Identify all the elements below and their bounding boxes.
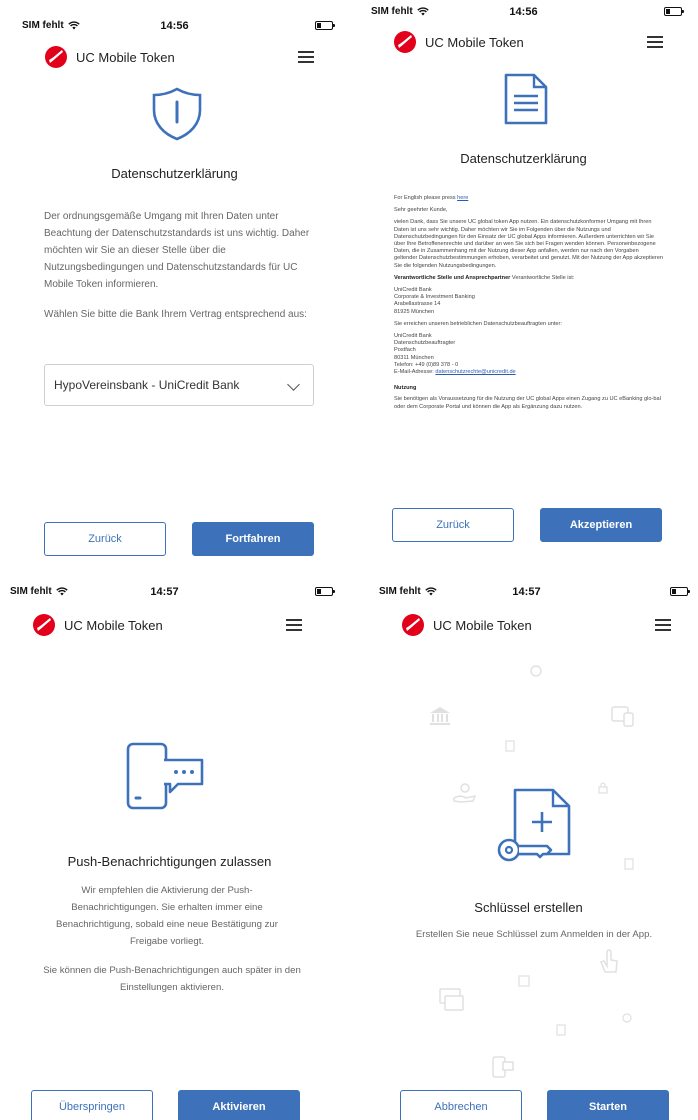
page-title: Push-Benachrichtigungen zulassen (67, 854, 272, 869)
screen-create-keys: SIM fehlt 14:57 UC Mobile Token Schlüsse… (349, 560, 698, 1120)
responsible-text: Verantwortliche Stelle ist: (511, 274, 575, 281)
dpo-text: Sie erreichen unseren betrieblichen Date… (394, 320, 562, 327)
responsible-heading: Verantwortliche Stelle und Ansprechpartn… (394, 274, 511, 281)
app-title: UC Mobile Token (433, 618, 532, 633)
unicredit-logo-icon (45, 46, 67, 68)
phone-message-icon (492, 1056, 514, 1078)
status-time: 14:57 (512, 586, 541, 598)
address-responsible: UniCredit Bank Corporate & Investment Ba… (394, 287, 475, 315)
app-bar: UC Mobile Token (357, 614, 698, 638)
start-button[interactable]: Starten (547, 1090, 669, 1120)
app-bar: UC Mobile Token (349, 31, 698, 55)
english-prompt: For English please press (394, 195, 456, 201)
devices-icon (611, 706, 634, 727)
accept-button[interactable]: Akzeptieren (540, 508, 662, 542)
address-dpo: UniCredit Bank Datenschutzbeauftragter P… (394, 333, 459, 368)
email-label: E-Mail-Adresse: (394, 369, 434, 376)
hamburger-menu-icon[interactable] (286, 619, 302, 631)
bank-prompt-text: Wählen Sie bitte die Bank Ihrem Vertrag … (44, 309, 307, 320)
hamburger-menu-icon[interactable] (655, 619, 671, 631)
activate-button[interactable]: Aktivieren (178, 1090, 300, 1120)
create-keys-text: Erstellen Sie neue Schlüssel zum Anmelde… (415, 929, 653, 940)
page-title: Datenschutzerklärung (460, 151, 587, 166)
app-title: UC Mobile Token (76, 50, 175, 65)
privacy-policy-text: For English please press here Sehr geehr… (394, 195, 663, 411)
small-file-icon (624, 858, 634, 870)
back-button[interactable]: Zurück (44, 522, 166, 556)
app-title: UC Mobile Token (425, 35, 524, 50)
skip-button[interactable]: Überspringen (31, 1090, 153, 1120)
battery-icon (315, 587, 335, 596)
hamburger-menu-icon[interactable] (298, 51, 314, 63)
continue-button[interactable]: Fortfahren (192, 522, 314, 556)
bank-icon (430, 707, 450, 725)
app-bar: UC Mobile Token (0, 614, 337, 638)
small-circle-icon (622, 1013, 632, 1023)
status-bar: SIM fehlt 14:57 (0, 566, 349, 600)
battery-icon (670, 587, 690, 596)
bank-select[interactable]: HypoVereinsbank - UniCredit Bank (44, 364, 314, 406)
status-bar: SIM fehlt 14:56 (0, 0, 349, 34)
unicredit-logo-icon (402, 614, 424, 636)
monitor-icon (439, 988, 464, 1011)
back-button[interactable]: Zurück (392, 508, 514, 542)
status-time: 14:56 (160, 20, 189, 32)
unicredit-logo-icon (394, 31, 416, 53)
unicredit-logo-icon (33, 614, 55, 636)
battery-icon (315, 21, 335, 30)
intro-text: vielen Dank, dass Sie unsere UC global t… (394, 219, 663, 269)
status-bar: SIM fehlt 14:56 (349, 0, 698, 20)
hamburger-menu-icon[interactable] (647, 36, 663, 48)
chevron-down-icon (287, 378, 300, 391)
screen-privacy-policy: SIM fehlt 14:56 UC Mobile Token Datensch… (349, 0, 698, 560)
page-title: Schlüssel erstellen (474, 900, 583, 915)
app-title: UC Mobile Token (64, 618, 163, 633)
usage-text: Sie benötigen als Voraussetzung für die … (394, 396, 661, 410)
document-key-icon (497, 788, 571, 862)
hand-tap-icon (600, 949, 618, 973)
shield-icon (152, 87, 202, 141)
small-grid-icon (518, 975, 530, 987)
small-lock-icon (598, 782, 608, 794)
document-icon (504, 73, 548, 125)
screen-privacy-bank-select: SIM fehlt 14:56 UC Mobile Token Datensch… (0, 0, 349, 560)
push-recommendation-text: Wir empfehlen die Aktivierung der Push-B… (56, 885, 278, 947)
bank-select-value: HypoVereinsbank - UniCredit Bank (54, 378, 240, 392)
privacy-intro-text: Der ordnungsgemäße Umgang mit Ihren Date… (44, 211, 310, 290)
status-time: 14:56 (509, 6, 538, 18)
phone-chat-icon (126, 742, 204, 810)
screen-push-notifications: SIM fehlt 14:57 UC Mobile Token Push-Ben… (0, 560, 349, 1120)
status-bar: SIM fehlt 14:57 (357, 566, 698, 600)
hand-coin-icon (453, 783, 477, 803)
greeting-text: Sehr geehrter Kunde, (394, 207, 448, 214)
small-note-icon (556, 1024, 566, 1036)
battery-icon (664, 7, 684, 16)
status-time: 14:57 (150, 586, 179, 598)
small-mark-icon (530, 665, 542, 677)
page-title: Datenschutzerklärung (111, 166, 238, 181)
cancel-button[interactable]: Abbrechen (400, 1090, 522, 1120)
small-doc-icon (505, 740, 515, 752)
push-later-text: Sie können die Push-Benachrichtigungen a… (43, 965, 301, 993)
english-link[interactable]: here (457, 195, 468, 201)
usage-heading: Nutzung (394, 385, 417, 392)
email-link[interactable]: datenschutzrechte@unicredit.de (435, 369, 515, 375)
app-bar: UC Mobile Token (0, 46, 349, 70)
